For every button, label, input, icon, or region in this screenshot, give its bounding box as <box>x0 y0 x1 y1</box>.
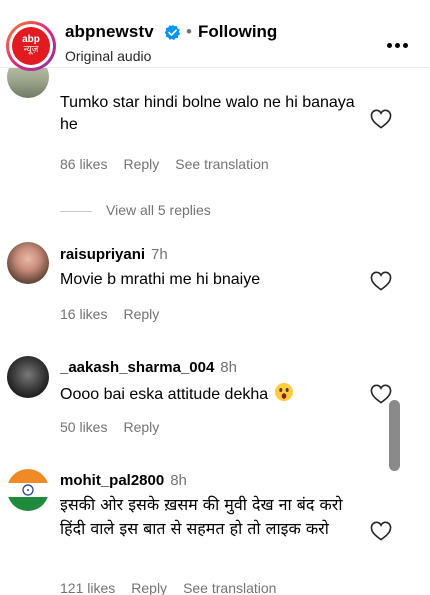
view-replies-button[interactable]: View all 5 replies <box>60 202 211 218</box>
logo-text-news: न्यूज़ <box>23 45 39 55</box>
comment-text: Tumko star hindi bolne walo ne hi banaya… <box>60 94 355 133</box>
scrollbar-track[interactable] <box>389 68 403 595</box>
comment-username[interactable]: mohit_pal2800 8h <box>60 472 187 489</box>
comment-text-content: Oooo bai eska attitude dekha <box>60 386 269 403</box>
comment-username[interactable]: _aakash_sharma_004 8h <box>60 359 237 376</box>
view-replies-label: View all 5 replies <box>106 202 211 218</box>
separator-dot: • <box>186 22 192 41</box>
username-text: raisupriyani <box>60 246 146 263</box>
comment-time: 8h <box>170 472 187 489</box>
channel-avatar[interactable]: abp न्यूज़ <box>6 21 56 71</box>
comment-text: Oooo bai eska attitude dekha <box>60 382 360 406</box>
like-count: 86 likes <box>60 156 108 172</box>
reply-button[interactable]: Reply <box>123 156 159 172</box>
comment-username[interactable]: raisupriyani 7h <box>60 246 168 263</box>
astonished-emoji-icon <box>274 383 293 401</box>
more-options-icon[interactable] <box>385 42 411 50</box>
commenter-avatar[interactable] <box>7 469 49 511</box>
reply-button[interactable]: Reply <box>123 306 159 322</box>
commenter-avatar[interactable] <box>7 356 49 398</box>
following-button[interactable]: Following <box>198 22 277 42</box>
commenter-avatar[interactable] <box>7 68 49 98</box>
see-translation-link[interactable]: See translation <box>183 580 276 595</box>
channel-name[interactable]: abpnewstv <box>65 22 154 42</box>
like-count: 50 likes <box>60 419 108 435</box>
replies-divider <box>60 210 92 212</box>
comment-actions: 50 likes Reply <box>60 419 175 435</box>
comment-actions: 86 likes Reply See translation <box>60 156 285 172</box>
comment-time: 8h <box>220 359 237 376</box>
commenter-avatar[interactable] <box>7 242 49 284</box>
like-count: 16 likes <box>60 306 108 322</box>
comments-list: Tumko star hindi bolne walo ne hi banaya… <box>0 68 430 595</box>
username-text: mohit_pal2800 <box>60 472 165 489</box>
verified-badge-icon <box>164 24 181 41</box>
reply-button[interactable]: Reply <box>123 419 159 435</box>
original-audio-link[interactable]: Original audio <box>65 48 151 64</box>
comment-time: 7h <box>151 246 168 263</box>
logo-text-abp: abp <box>22 34 40 45</box>
scrollbar-thumb[interactable] <box>389 400 400 471</box>
reel-header: abp न्यूज़ abpnewstv • Following Origina… <box>0 0 430 71</box>
comment-actions: 121 likes Reply See translation <box>60 580 292 595</box>
reply-button[interactable]: Reply <box>131 580 167 595</box>
like-count: 121 likes <box>60 580 116 595</box>
india-flag-icon <box>7 469 49 511</box>
see-translation-link[interactable]: See translation <box>175 156 268 172</box>
comment-text: इसकी ओर इसके ख़सम की मुवी देख ना बंद करो… <box>60 495 343 538</box>
username-text: _aakash_sharma_004 <box>60 359 215 376</box>
comment-actions: 16 likes Reply <box>60 306 175 322</box>
comment-text: Movie b mrathi me hi bnaiye <box>60 271 261 288</box>
